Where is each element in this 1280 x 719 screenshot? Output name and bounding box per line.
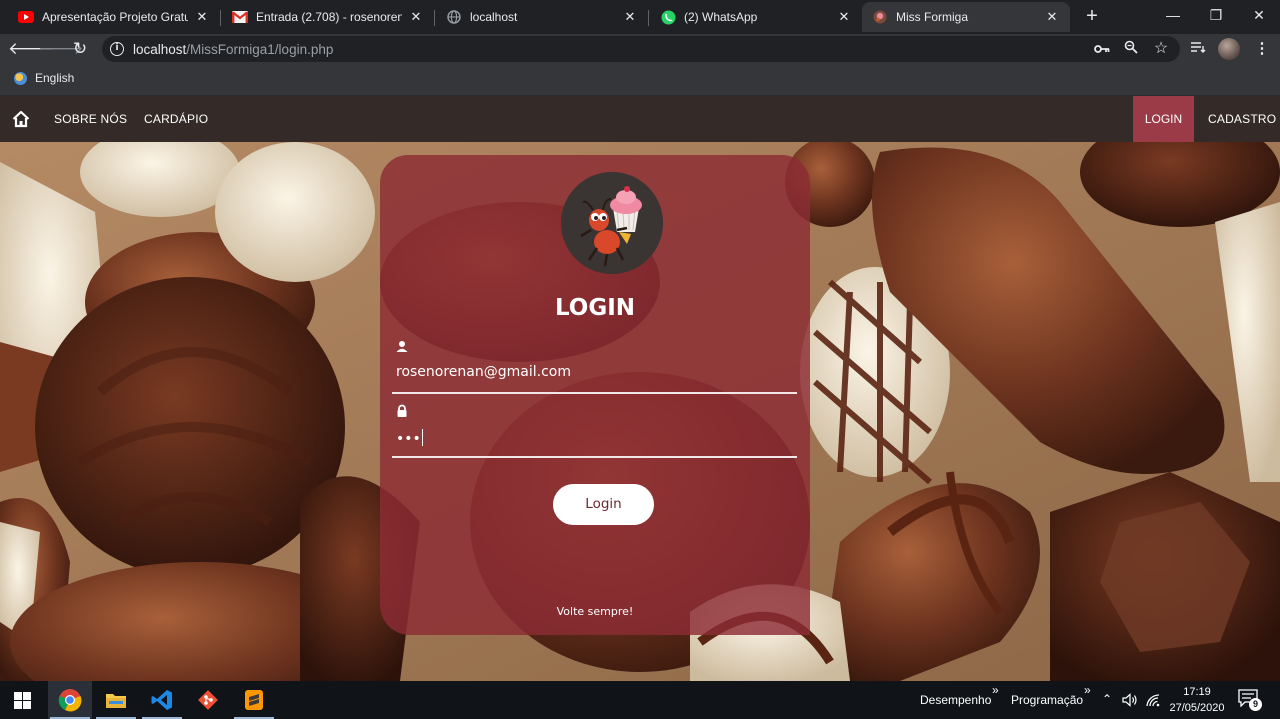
tab-whatsapp[interactable]: (2) WhatsApp ✕ (650, 2, 862, 32)
page-content: SOBRE NÓS CARDÁPIO LOGIN CADASTRO LOGIN … (0, 96, 1280, 681)
tab-youtube[interactable]: Apresentação Projeto Gratuito ✕ (8, 2, 220, 32)
close-tab-icon[interactable]: ✕ (408, 9, 424, 25)
address-bar[interactable]: i localhost/MissFormiga1/login.php ☆ (102, 36, 1180, 62)
miss-formiga-logo (561, 172, 663, 274)
nav-cardapio[interactable]: CARDÁPIO (144, 96, 208, 142)
url-host: localhost (133, 42, 187, 57)
tab-divider (434, 10, 435, 26)
gmail-icon (232, 9, 248, 25)
tab-divider (648, 10, 649, 26)
reload-button[interactable]: ↻ (68, 37, 92, 61)
key-icon[interactable] (1093, 40, 1111, 58)
git-icon (198, 690, 218, 710)
site-navbar: SOBRE NÓS CARDÁPIO LOGIN CADASTRO (0, 96, 1280, 142)
close-tab-icon[interactable]: ✕ (1044, 9, 1060, 25)
vscode-icon (151, 690, 172, 710)
taskbar-sublime[interactable] (232, 681, 276, 719)
tab-title: Miss Formiga (896, 10, 969, 24)
windows-logo-icon (13, 691, 31, 709)
email-underline (392, 392, 797, 394)
restore-button[interactable]: ❐ (1194, 2, 1238, 28)
speaker-icon[interactable] (1122, 693, 1138, 707)
sublime-icon (245, 690, 263, 710)
bookmarks-bar: English (0, 64, 1280, 96)
new-tab-button[interactable]: + (1082, 5, 1102, 27)
home-icon[interactable] (12, 110, 30, 128)
url-path: /MissFormiga1/login.php (186, 42, 334, 57)
bookmark-english[interactable]: English (14, 71, 74, 85)
toolbar-desempenho[interactable]: Desempenho (920, 681, 991, 719)
nav-login[interactable]: LOGIN (1133, 96, 1194, 142)
login-title: LOGIN (554, 295, 636, 321)
minimize-button[interactable]: — (1151, 2, 1195, 28)
back-button[interactable]: 🡐 (8, 37, 54, 61)
taskbar-git[interactable] (186, 681, 230, 719)
wifi-icon[interactable] (1146, 694, 1160, 707)
nav-sobre-nos[interactable]: SOBRE NÓS (54, 96, 127, 142)
toolbar-programacao[interactable]: Programação (1011, 681, 1083, 719)
close-window-button[interactable]: ✕ (1237, 2, 1280, 28)
lock-icon (397, 404, 407, 417)
tab-miss-formiga[interactable]: Miss Formiga ✕ (862, 2, 1070, 32)
farewell-text: Volte sempre! (556, 605, 634, 618)
nav-cadastro[interactable]: CADASTRO (1208, 96, 1276, 142)
password-underline (392, 456, 797, 458)
youtube-icon (18, 9, 34, 25)
tab-divider (220, 10, 221, 26)
globe-icon (446, 9, 462, 25)
bookmark-globe-icon (14, 71, 27, 85)
taskbar-explorer[interactable] (94, 681, 138, 719)
password-mask: ••• (396, 431, 421, 447)
menu-icon[interactable]: ⋮ (1250, 37, 1274, 61)
tab-localhost[interactable]: localhost ✕ (436, 2, 648, 32)
action-center-button[interactable]: 9 (1238, 689, 1262, 711)
clock-date: 27/05/2020 (1169, 702, 1225, 714)
url-text[interactable]: localhost/MissFormiga1/login.php (133, 42, 333, 57)
star-icon[interactable]: ☆ (1152, 40, 1170, 58)
toolbar-expand-icon[interactable]: » (992, 683, 999, 697)
start-button[interactable] (0, 681, 44, 719)
close-tab-icon[interactable]: ✕ (622, 9, 638, 25)
close-tab-icon[interactable]: ✕ (194, 9, 210, 25)
tab-title: Apresentação Projeto Gratuito (42, 10, 188, 24)
close-tab-icon[interactable]: ✕ (836, 9, 852, 25)
zoom-icon[interactable] (1122, 40, 1140, 58)
tab-strip: Apresentação Projeto Gratuito ✕ Entrada … (0, 0, 1280, 34)
password-input[interactable]: ••• (396, 429, 423, 447)
user-icon (396, 341, 408, 352)
folder-icon (106, 694, 126, 708)
login-card: LOGIN rosenorenan@gmail.com ••• Login Vo… (380, 155, 810, 635)
login-button[interactable]: Login (553, 484, 654, 525)
profile-avatar[interactable] (1218, 38, 1240, 60)
windows-taskbar: Desempenho » Programação » ⌃ 17:19 27/05… (0, 681, 1280, 719)
whatsapp-icon (660, 9, 676, 25)
email-input[interactable]: rosenorenan@gmail.com (396, 364, 571, 380)
site-favicon-icon (872, 9, 888, 25)
bookmark-label: English (35, 71, 75, 85)
site-info-icon[interactable]: i (110, 42, 124, 56)
notification-count-badge: 9 (1249, 698, 1262, 711)
forward-button[interactable]: 🡒 (38, 37, 84, 61)
browser-toolbar: 🡐 🡒 ↻ i localhost/MissFormiga1/login.php… (0, 34, 1280, 64)
reading-list-icon[interactable] (1186, 37, 1210, 61)
tab-title: Entrada (2.708) - rosenorenan@ (256, 10, 402, 24)
tab-title: (2) WhatsApp (684, 10, 758, 24)
taskbar-chrome[interactable] (48, 681, 92, 719)
chrome-icon (58, 689, 82, 712)
tab-title: localhost (470, 10, 518, 24)
text-caret (421, 429, 423, 446)
toolbar-expand-icon[interactable]: » (1084, 683, 1091, 697)
chevron-up-icon[interactable]: ⌃ (1102, 692, 1112, 706)
tab-gmail[interactable]: Entrada (2.708) - rosenorenan@ ✕ (222, 2, 434, 32)
taskbar-vscode[interactable] (140, 681, 184, 719)
system-clock[interactable]: 17:19 27/05/2020 (1162, 684, 1232, 716)
clock-time: 17:19 (1183, 686, 1211, 698)
